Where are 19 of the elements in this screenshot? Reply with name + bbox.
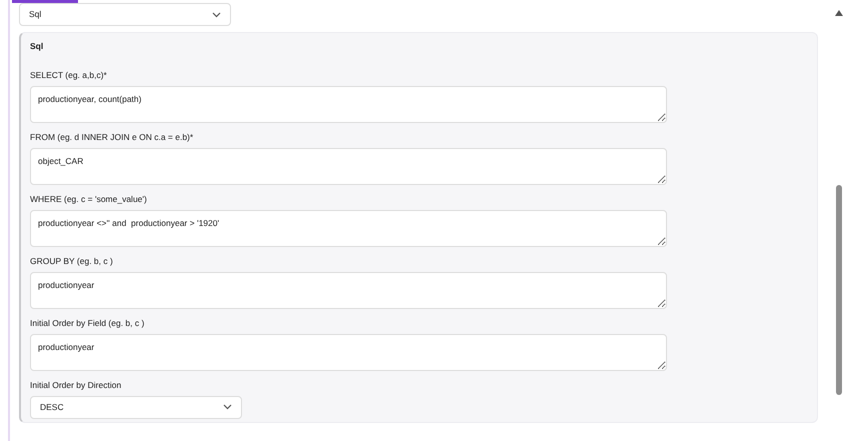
field-label: FROM (eg. d INNER JOIN e ON c.a = e.b)* xyxy=(30,130,194,144)
query-text-area[interactable]: productionyear <>'' and productionyear > '1920' xyxy=(30,210,667,246)
order-direction-dropdown[interactable]: DESC xyxy=(30,396,242,418)
field-label: Initial Order by Direction xyxy=(30,378,122,392)
field-label: GROUP BY (eg. b, c ) xyxy=(30,254,113,268)
field-label: Initial Order by Field (eg. b, c ) xyxy=(30,316,144,330)
panel-title: Sql xyxy=(30,40,44,53)
scroll-up-arrow-icon[interactable] xyxy=(835,10,843,16)
query-text-area[interactable]: productionyear, count(path) xyxy=(30,86,667,122)
query-type-dropdown[interactable]: Sql xyxy=(19,3,231,26)
chevron-down-icon xyxy=(212,12,221,18)
query-text-area[interactable]: productionyear xyxy=(30,272,667,308)
query-text-area[interactable]: productionyear xyxy=(30,334,667,370)
active-tab-indicator xyxy=(12,0,78,3)
field-label: WHERE (eg. c = 'some_value') xyxy=(30,192,147,206)
scrollbar-thumb[interactable] xyxy=(836,185,842,395)
chevron-down-icon xyxy=(223,404,232,410)
field-label: SELECT (eg. a,b,c)* xyxy=(30,68,107,82)
query-text-area[interactable]: object_CAR xyxy=(30,148,667,184)
